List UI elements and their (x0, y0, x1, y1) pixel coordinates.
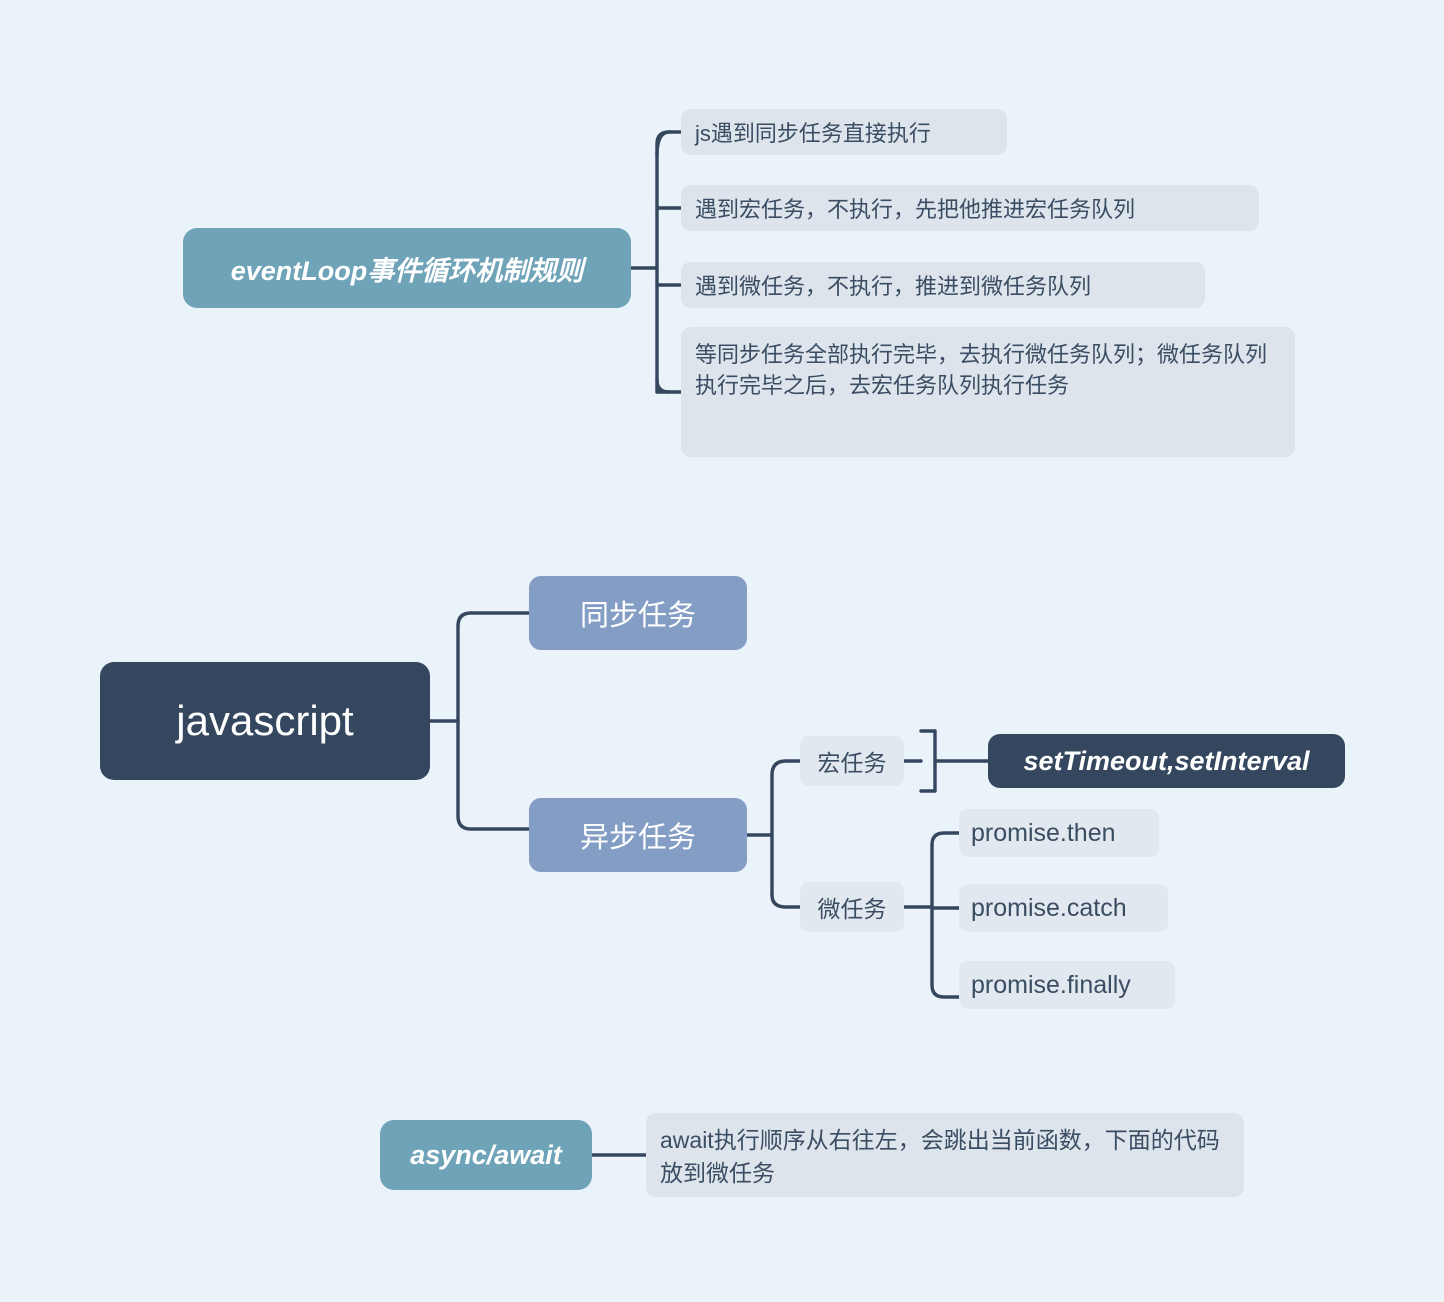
node-javascript-root[interactable]: javascript (100, 662, 430, 780)
link-micro-then (930, 831, 961, 847)
node-promise-then-label: promise.then (971, 818, 1116, 847)
node-eventloop-rule-4-label: 等同步任务全部执行完毕，去执行微任务队列；微任务队列执行完毕之后，去宏任务队列执… (695, 342, 1268, 399)
node-eventloop-rule-1-label: js遇到同步任务直接执行 (695, 121, 931, 146)
node-macro-task[interactable]: 宏任务 (800, 736, 904, 786)
link-eventloop-b1 (655, 130, 683, 158)
node-micro-task[interactable]: 微任务 (800, 882, 904, 932)
mindmap-canvas: eventLoop事件循环机制规则 js遇到同步任务直接执行 遇到宏任务，不执行… (0, 0, 1444, 1302)
node-async-task[interactable]: 异步任务 (529, 798, 747, 872)
node-eventloop-rule-3[interactable]: 遇到微任务，不执行，推进到微任务队列 (681, 262, 1205, 308)
node-timer-apis-label: setTimeout,setInterval (1023, 745, 1310, 776)
node-promise-finally[interactable]: promise.finally (959, 961, 1175, 1009)
link-js-sync (456, 611, 531, 628)
node-promise-catch-label: promise.catch (971, 893, 1127, 922)
link-js-async (456, 814, 531, 831)
node-async-await-root[interactable]: async/await (380, 1120, 592, 1190)
link-micro-finally (930, 983, 961, 999)
node-eventloop-rule-3-label: 遇到微任务，不执行，推进到微任务队列 (695, 274, 1092, 299)
link-eventloop-corner-top (655, 130, 671, 146)
node-macro-task-label: 宏任务 (817, 750, 887, 776)
node-eventloop-root-label: eventLoop事件循环机制规则 (230, 255, 584, 286)
node-async-task-label: 异步任务 (579, 822, 696, 854)
node-eventloop-root[interactable]: eventLoop事件循环机制规则 (183, 228, 631, 308)
link-eventloop-b4 (655, 378, 683, 394)
link-async-micro (770, 893, 802, 909)
node-async-await-root-label: async/await (410, 1139, 562, 1170)
node-eventloop-rule-2-label: 遇到宏任务，不执行，先把他推进宏任务队列 (695, 197, 1136, 222)
node-eventloop-rule-1[interactable]: js遇到同步任务直接执行 (681, 109, 1007, 155)
link-macro-bracket (919, 729, 937, 793)
node-promise-finally-label: promise.finally (971, 970, 1131, 999)
node-sync-task-label: 同步任务 (579, 600, 696, 632)
node-timer-apis[interactable]: setTimeout,setInterval (988, 734, 1345, 788)
node-async-await-note[interactable]: await执行顺序从右往左，会跳出当前函数，下面的代码放到微任务 (646, 1113, 1244, 1197)
node-sync-task[interactable]: 同步任务 (529, 576, 747, 650)
node-eventloop-rule-4[interactable]: 等同步任务全部执行完毕，去执行微任务队列；微任务队列执行完毕之后，去宏任务队列执… (681, 327, 1295, 457)
node-promise-catch[interactable]: promise.catch (959, 884, 1168, 932)
node-eventloop-rule-2[interactable]: 遇到宏任务，不执行，先把他推进宏任务队列 (681, 185, 1259, 231)
node-javascript-root-label: javascript (176, 697, 354, 744)
node-promise-then[interactable]: promise.then (959, 809, 1159, 857)
node-micro-task-label: 微任务 (817, 896, 887, 922)
node-async-await-note-label: await执行顺序从右往左，会跳出当前函数，下面的代码放到微任务 (660, 1127, 1220, 1187)
link-async-macro (770, 759, 802, 777)
